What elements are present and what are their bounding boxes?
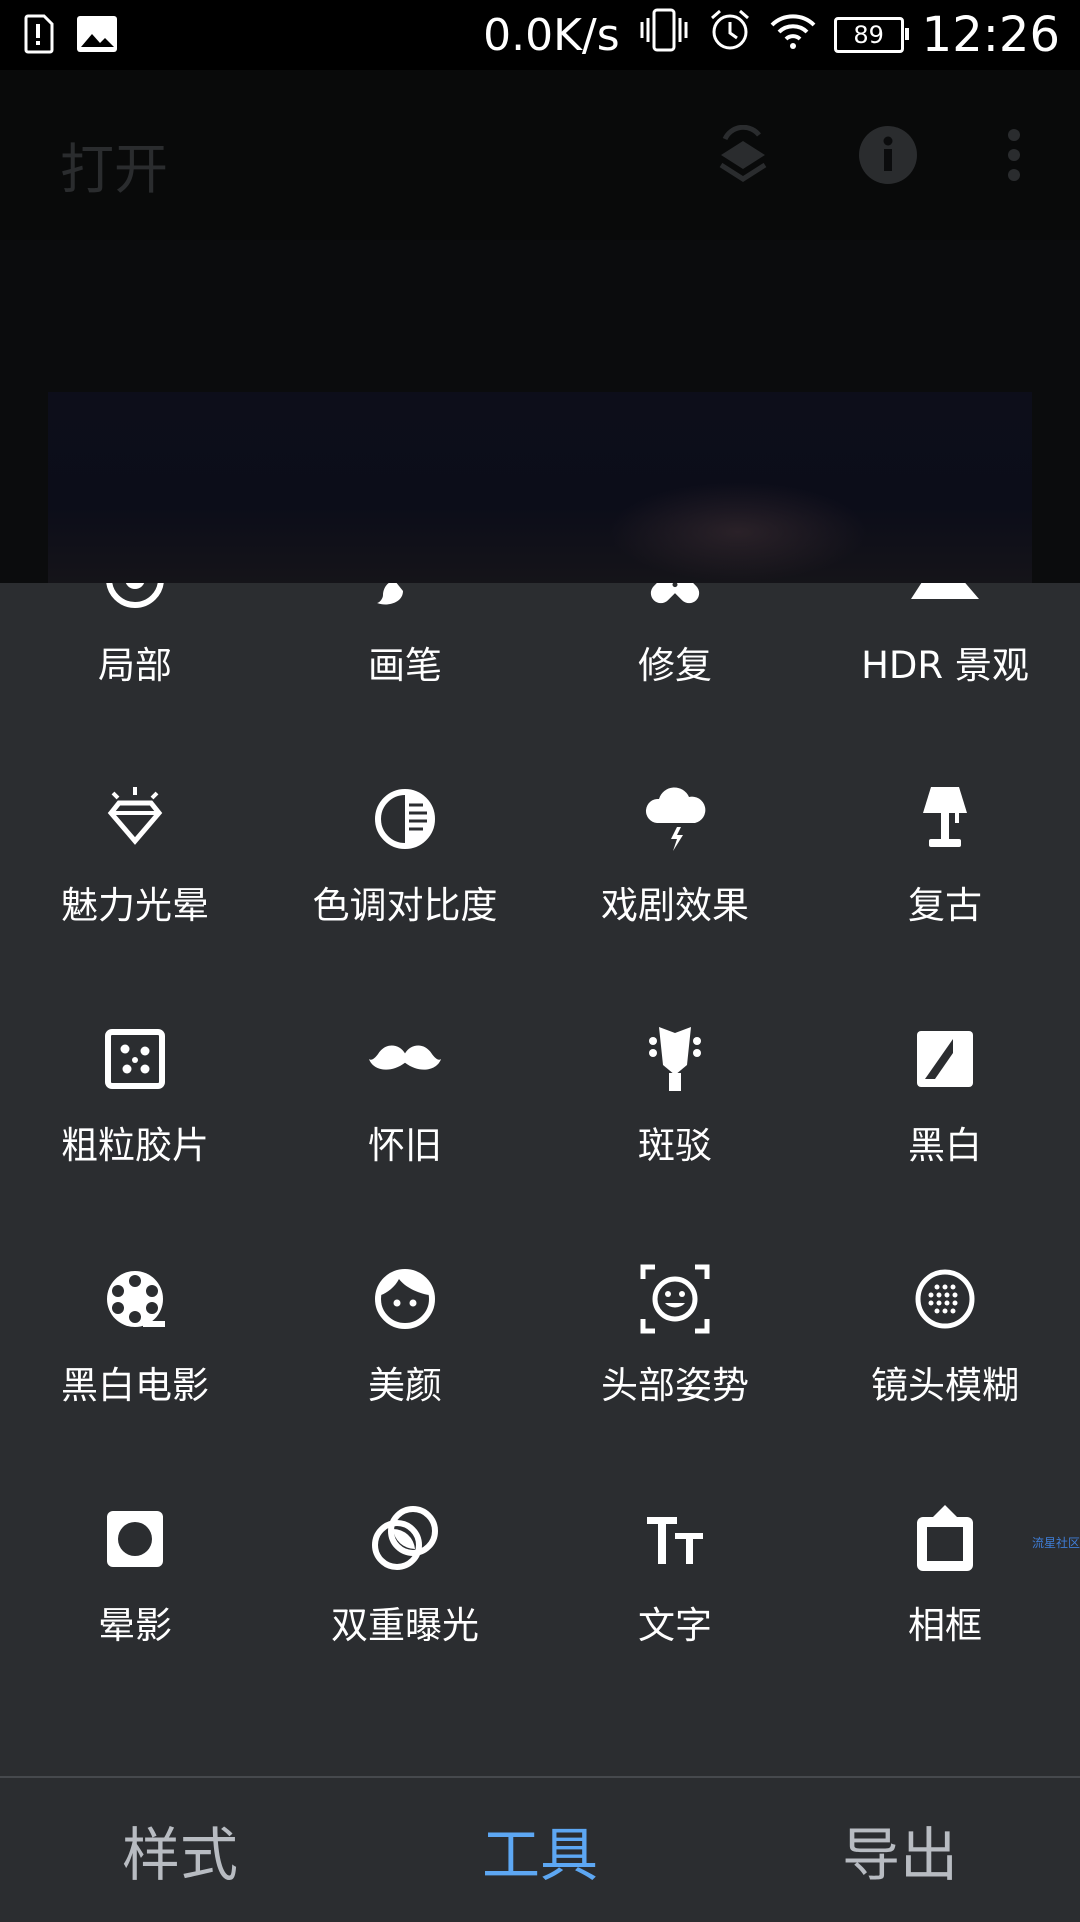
tool-drama[interactable]: 戏剧效果 [540, 783, 810, 943]
tonal-contrast-icon [369, 783, 441, 855]
lamp-icon [909, 783, 981, 855]
vibrate-icon [638, 8, 690, 63]
info-icon[interactable] [858, 125, 918, 189]
diamond-icon [99, 783, 171, 855]
tool-label: 复古 [908, 884, 982, 927]
tool-grainy-film[interactable]: 粗粒胶片 [0, 1023, 270, 1183]
tool-glamour-glow[interactable]: 魅力光晕 [0, 783, 270, 943]
tool-head-pose[interactable]: 头部姿势 [540, 1263, 810, 1423]
guitar-head-icon [639, 1023, 711, 1095]
image-icon [76, 15, 118, 57]
frame-icon [909, 1503, 981, 1575]
tools-panel: 局部 画笔 修复 HDR 景观 魅力光晕 色调对比度 戏剧效果 复古 粗粒胶片 … [0, 583, 1080, 1778]
brush-icon [369, 583, 441, 615]
tool-black-white[interactable]: 黑白 [810, 1023, 1080, 1183]
battery-indicator: 89 [833, 17, 909, 53]
app-bar: 打开 [0, 70, 1080, 240]
layers-undo-icon[interactable] [715, 124, 771, 193]
tool-text[interactable]: 文字 [540, 1503, 810, 1663]
watermark: 流星社区 [1031, 1536, 1080, 1550]
bandage-icon [639, 583, 711, 615]
tool-label: 斑驳 [638, 1124, 712, 1167]
tool-selective[interactable]: 局部 [0, 583, 270, 703]
tool-hdr-scape[interactable]: HDR 景观 [810, 583, 1080, 703]
tool-label: 修复 [638, 644, 712, 687]
more-options-icon[interactable] [1004, 125, 1024, 189]
tool-label: 相框 [908, 1604, 982, 1647]
tool-label: 局部 [98, 644, 172, 687]
tool-label: 文字 [638, 1604, 712, 1647]
lens-blur-icon [909, 1263, 981, 1335]
tool-label: HDR 景观 [861, 644, 1029, 687]
tool-label: 粗粒胶片 [61, 1124, 209, 1167]
mustache-icon [369, 1023, 441, 1095]
tab-export[interactable]: 导出 [720, 1778, 1080, 1922]
tool-label: 魅力光晕 [61, 884, 209, 927]
tool-noir[interactable]: 黑白电影 [0, 1263, 270, 1423]
tab-styles[interactable]: 样式 [0, 1778, 360, 1922]
tool-portrait[interactable]: 美颜 [270, 1263, 540, 1423]
double-exposure-icon [369, 1503, 441, 1575]
tool-healing[interactable]: 修复 [540, 583, 810, 703]
battery-level: 89 [853, 21, 884, 49]
tool-label: 美颜 [368, 1364, 442, 1407]
tool-label: 双重曝光 [331, 1604, 479, 1647]
text-icon [639, 1503, 711, 1575]
tool-tonal-contrast[interactable]: 色调对比度 [270, 783, 540, 943]
status-bar: 0.0K/s 89 12:26 [0, 0, 1080, 70]
tool-frames[interactable]: 相框 [810, 1503, 1080, 1663]
tool-label: 戏剧效果 [601, 884, 749, 927]
target-icon [99, 583, 171, 615]
tool-vintage[interactable]: 复古 [810, 783, 1080, 943]
tool-label: 画笔 [368, 644, 442, 687]
face-scan-icon [639, 1263, 711, 1335]
black-white-icon [909, 1023, 981, 1095]
clock: 12:26 [921, 7, 1060, 63]
tool-label: 镜头模糊 [871, 1364, 1019, 1407]
bottom-nav: 样式 工具 导出 [0, 1776, 1080, 1922]
alarm-icon [708, 8, 752, 63]
face-icon [369, 1263, 441, 1335]
wifi-icon [770, 8, 816, 62]
film-reel-icon [99, 1263, 171, 1335]
open-button[interactable]: 打开 [60, 125, 168, 204]
photo-preview [48, 392, 1032, 584]
tool-label: 色调对比度 [312, 884, 498, 927]
tool-double-exposure[interactable]: 双重曝光 [270, 1503, 540, 1663]
tool-vignette[interactable]: 晕影 [0, 1503, 270, 1663]
vignette-icon [99, 1503, 171, 1575]
tool-label: 怀旧 [368, 1124, 442, 1167]
tool-label: 黑白 [908, 1124, 982, 1167]
network-speed: 0.0K/s [483, 9, 620, 61]
grain-icon [99, 1023, 171, 1095]
alert-icon [20, 14, 56, 58]
mountain-icon [909, 583, 981, 615]
storm-cloud-icon [639, 783, 711, 855]
tool-retrolux[interactable]: 怀旧 [270, 1023, 540, 1183]
tool-label: 黑白电影 [61, 1364, 209, 1407]
tab-tools[interactable]: 工具 [360, 1778, 720, 1922]
tool-label: 晕影 [98, 1604, 172, 1647]
tool-grunge[interactable]: 斑驳 [540, 1023, 810, 1183]
tool-label: 头部姿势 [601, 1364, 749, 1407]
tool-brush[interactable]: 画笔 [270, 583, 540, 703]
tool-lens-blur[interactable]: 镜头模糊 [810, 1263, 1080, 1423]
